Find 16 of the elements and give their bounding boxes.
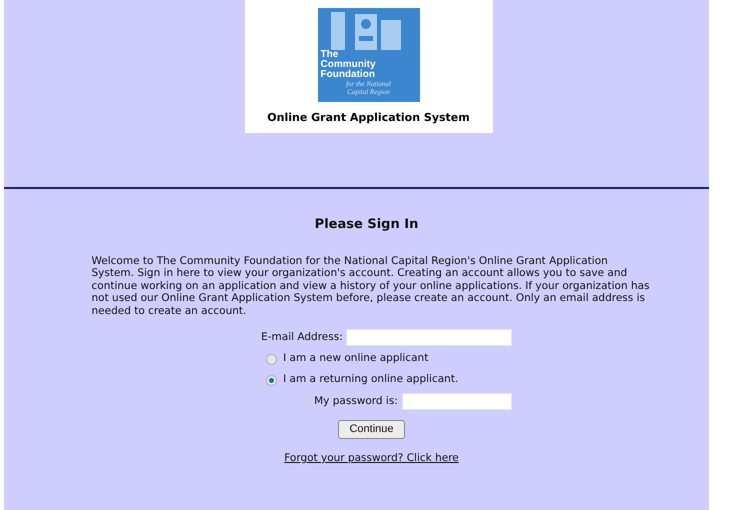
radio-button[interactable] [266,354,278,365]
logo-name: The [320,50,338,60]
radio-label: I am a new online applicant [283,351,428,366]
forgot-password-link[interactable]: Forgot your password? Click here [284,450,459,467]
site-title: Online Grant Application System [267,110,470,126]
email-field[interactable] [346,329,512,346]
intro-paragraph: Welcome to The Community Foundation for the National Capital Region's Online Grant Application System. Sign in here to view your organization's account. Creating an account allows you to save and continue working on an application and view a history of your online applications. If your organization has not used our Online Grant Application System before, please create an account. Only an email address is needed to create an account. [92,254,651,318]
logo-name: Community [320,60,376,70]
logo-name: Foundation [320,70,375,80]
radio-button[interactable] [266,374,278,386]
email-label: E-mail Address: [261,330,343,346]
continue-button[interactable]: Continue [338,420,405,439]
password-label: My password is: [314,394,398,409]
page-heading: Please Sign In [314,216,418,234]
password-field[interactable] [402,392,512,410]
radio-label: I am a returning online applicant. [283,372,458,388]
